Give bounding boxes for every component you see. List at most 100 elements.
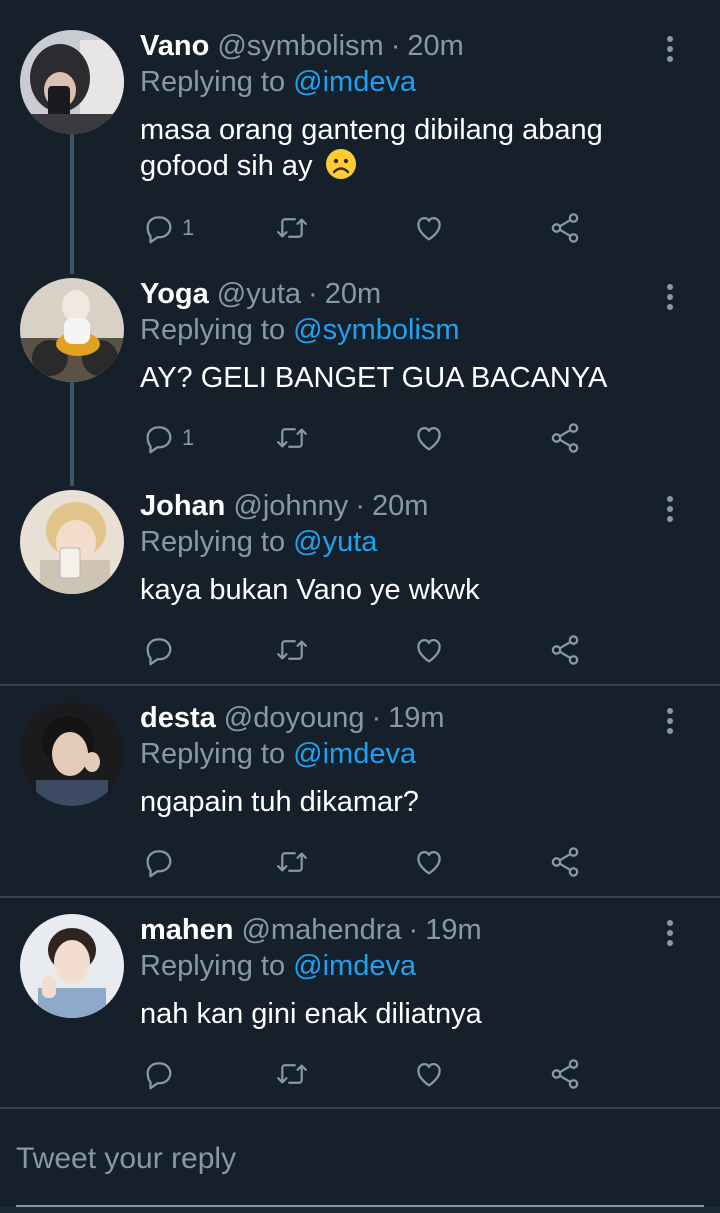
share-button[interactable]	[548, 630, 582, 670]
replying-to: Replying to @imdeva	[140, 736, 416, 772]
share-button[interactable]	[548, 1054, 582, 1094]
replying-prefix: Replying to	[140, 314, 286, 346]
tweet-divider	[0, 1107, 720, 1109]
reply-icon	[142, 1057, 176, 1091]
share-icon	[548, 633, 582, 667]
author-handle[interactable]: @mahendra	[241, 912, 401, 948]
timestamp[interactable]: 20m	[325, 276, 381, 312]
retweet-icon	[274, 633, 310, 667]
like-button[interactable]	[412, 418, 446, 458]
retweet-button[interactable]	[274, 418, 310, 458]
reply-icon	[142, 845, 176, 879]
reply-icon	[142, 211, 176, 245]
more-options-icon[interactable]	[660, 36, 680, 64]
share-icon	[548, 1057, 582, 1091]
author-handle[interactable]: @doyoung	[224, 700, 365, 736]
timestamp[interactable]: 20m	[372, 488, 428, 524]
avatar[interactable]	[20, 490, 124, 594]
avatar[interactable]	[20, 278, 124, 382]
tweet-actions	[140, 630, 700, 670]
reply-count: 1	[182, 425, 195, 450]
tweet-actions	[140, 842, 700, 882]
reply-input[interactable]	[16, 1134, 704, 1184]
reply-button[interactable]: 1	[142, 208, 194, 248]
retweet-icon	[274, 211, 310, 245]
replying-prefix: Replying to	[140, 526, 286, 558]
like-icon	[412, 845, 446, 879]
share-button[interactable]	[548, 208, 582, 248]
retweet-button[interactable]	[274, 842, 310, 882]
like-button[interactable]	[412, 842, 446, 882]
replying-to: Replying to @imdeva	[140, 948, 416, 984]
separator-dot: ·	[371, 702, 382, 734]
replying-prefix: Replying to	[140, 66, 286, 98]
retweet-button[interactable]	[274, 208, 310, 248]
replying-prefix: Replying to	[140, 950, 286, 982]
mention-link[interactable]: @imdeva	[293, 950, 416, 982]
author-name[interactable]: desta	[140, 700, 216, 736]
timestamp[interactable]: 19m	[425, 912, 481, 948]
tweet-text: nah kan gini enak diliatnya	[140, 998, 482, 1030]
replying-to: Replying to @symbolism	[140, 312, 460, 348]
author-handle[interactable]: @yuta	[217, 276, 301, 312]
more-options-icon[interactable]	[660, 920, 680, 948]
like-icon	[412, 1057, 446, 1091]
tweet-text-content: masa orang ganteng dibilang abang gofood…	[140, 114, 603, 182]
like-icon	[412, 421, 446, 455]
tweet-actions: 1	[140, 208, 700, 248]
share-icon	[548, 211, 582, 245]
author-name[interactable]: Vano	[140, 28, 209, 64]
avatar[interactable]	[20, 914, 124, 1018]
reply-count: 1	[182, 215, 195, 240]
share-button[interactable]	[548, 418, 582, 458]
replying-to: Replying to @yuta	[140, 524, 377, 560]
author-name[interactable]: mahen	[140, 912, 233, 948]
share-icon	[548, 845, 582, 879]
timestamp[interactable]: 20m	[407, 28, 463, 64]
retweet-icon	[274, 421, 310, 455]
separator-dot: ·	[355, 490, 365, 522]
tweet-text: kaya bukan Vano ye wkwk	[140, 574, 480, 606]
tweet-text: AY? GELI BANGET GUA BACANYA	[140, 362, 608, 394]
like-button[interactable]	[412, 630, 446, 670]
mention-link[interactable]: @yuta	[293, 526, 377, 558]
retweet-icon	[274, 1057, 310, 1091]
more-options-icon[interactable]	[660, 496, 680, 524]
timestamp[interactable]: 19m	[388, 700, 444, 736]
more-options-icon[interactable]	[660, 708, 680, 736]
share-button[interactable]	[548, 842, 582, 882]
separator-dot: ·	[390, 30, 401, 62]
tweet-actions: 1	[140, 418, 700, 458]
retweet-button[interactable]	[274, 630, 310, 670]
like-icon	[412, 633, 446, 667]
retweet-icon	[274, 845, 310, 879]
like-icon	[412, 211, 446, 245]
author-name[interactable]: Johan	[140, 488, 225, 524]
author-name[interactable]: Yoga	[140, 276, 209, 312]
like-button[interactable]	[412, 1054, 446, 1094]
separator-dot: ·	[408, 914, 419, 946]
like-button[interactable]	[412, 208, 446, 248]
author-handle[interactable]: @johnny	[233, 488, 348, 524]
avatar[interactable]	[20, 702, 124, 806]
reply-button[interactable]	[142, 842, 182, 882]
tweet-text: masa orang ganteng dibilang abang gofood…	[140, 112, 660, 184]
bottom-bar	[0, 1207, 720, 1213]
reply-button[interactable]	[142, 1054, 182, 1094]
mention-link[interactable]: @symbolism	[293, 314, 459, 346]
tweet-text: ngapain tuh dikamar?	[140, 786, 419, 818]
reply-composer	[0, 1110, 720, 1213]
reply-icon	[142, 633, 176, 667]
mention-link[interactable]: @imdeva	[293, 738, 416, 770]
retweet-button[interactable]	[274, 1054, 310, 1094]
tweet-actions	[140, 1054, 700, 1094]
reply-button[interactable]	[142, 630, 182, 670]
reply-icon	[142, 421, 176, 455]
author-handle[interactable]: @symbolism	[217, 28, 383, 64]
reply-button[interactable]: 1	[142, 418, 194, 458]
frowning-face-icon	[325, 148, 357, 180]
mention-link[interactable]: @imdeva	[293, 66, 416, 98]
share-icon	[548, 421, 582, 455]
avatar[interactable]	[20, 30, 124, 134]
more-options-icon[interactable]	[660, 284, 680, 312]
